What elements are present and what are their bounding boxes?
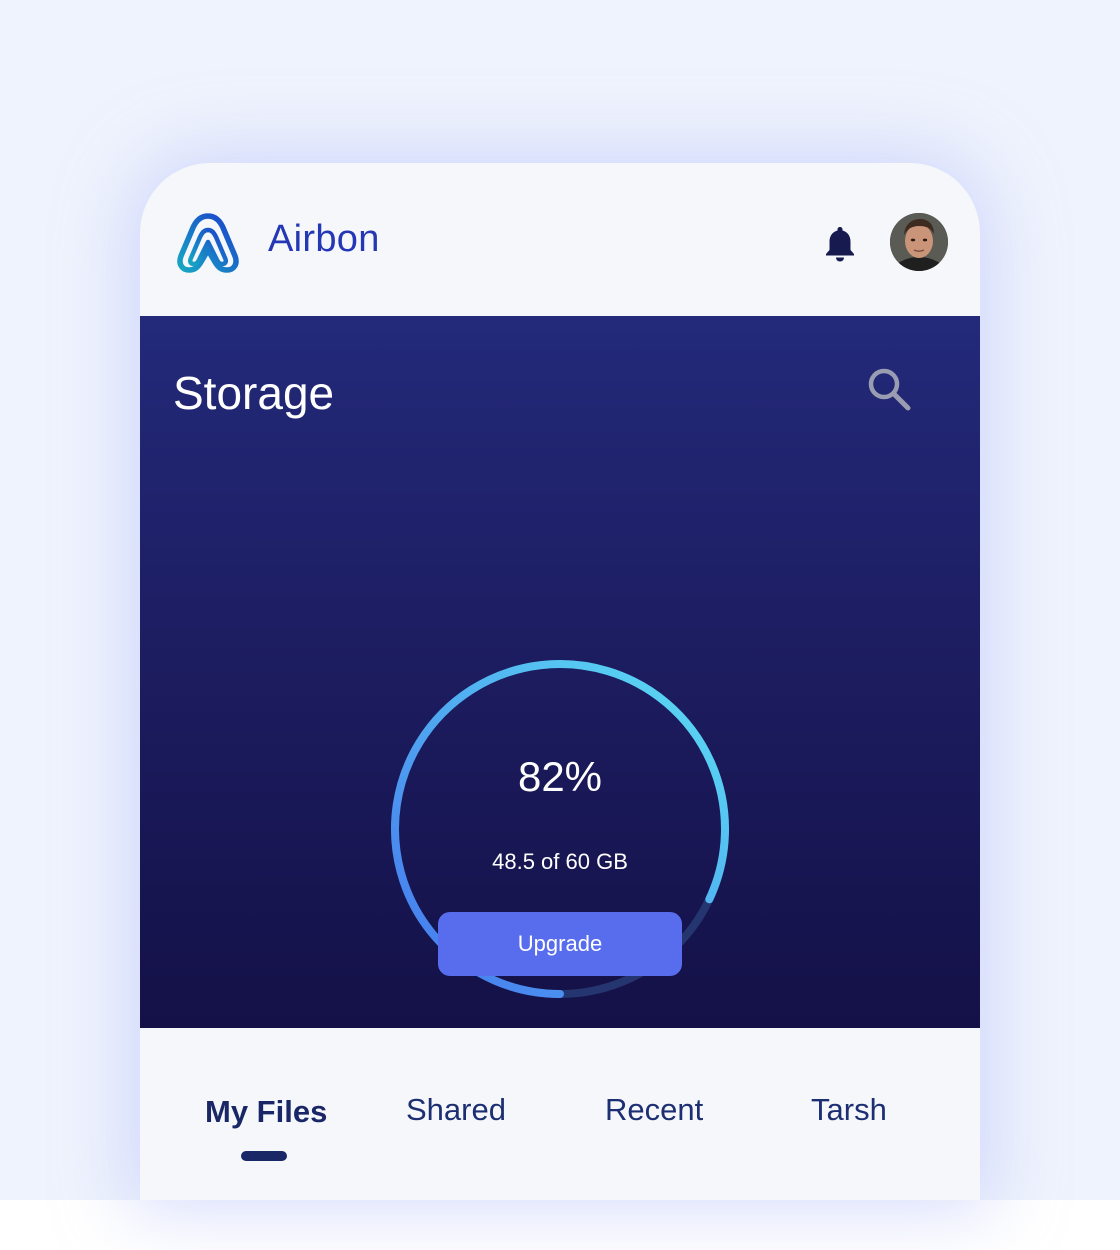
search-icon[interactable]: [864, 364, 916, 416]
storage-title: Storage: [173, 367, 335, 419]
avatar-photo-icon: [890, 213, 948, 271]
phone-frame: Airbon Storage 82% 48.5 of 60 GB Upgrade…: [140, 163, 980, 1200]
tab-my-files[interactable]: My Files: [205, 1094, 327, 1130]
tab-shared[interactable]: Shared: [406, 1092, 506, 1128]
file-tabs: My Files Shared Recent Tarsh: [140, 1028, 980, 1200]
brand-name: Airbon: [268, 218, 380, 260]
usage-detail: 48.5 of 60 GB: [492, 849, 628, 874]
active-tab-indicator: [241, 1151, 287, 1161]
upgrade-button[interactable]: Upgrade: [438, 912, 682, 976]
usage-percent: 82%: [517, 753, 603, 800]
bell-icon[interactable]: [822, 223, 858, 263]
airbon-logo-icon: [177, 213, 239, 273]
user-avatar[interactable]: [890, 213, 948, 271]
tab-recent[interactable]: Recent: [605, 1092, 703, 1128]
app-header: Airbon: [140, 163, 980, 316]
tab-tarsh[interactable]: Tarsh: [811, 1092, 887, 1128]
storage-panel: Storage 82% 48.5 of 60 GB Upgrade: [140, 316, 980, 1028]
